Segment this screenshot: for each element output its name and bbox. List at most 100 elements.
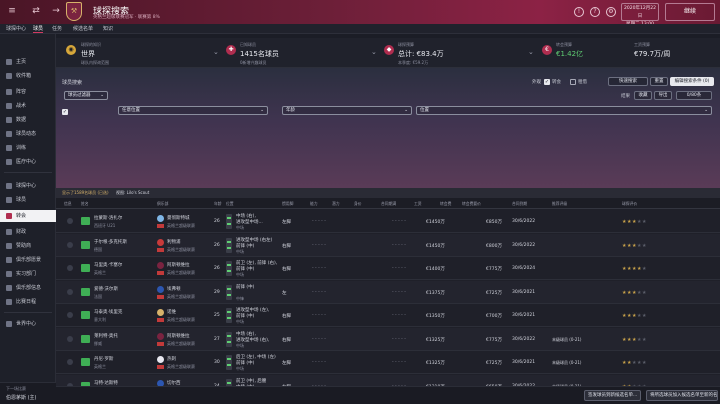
player-name[interactable]: 马泰奥·埃里克 (94, 309, 122, 315)
table-row[interactable]: 马泰奥·埃里克 意大利 诺维 英格兰超级联赛 25 进攻型中场 (左), 前锋 (中) 中场右… (56, 304, 720, 327)
asking-price: €1325万 (426, 337, 445, 343)
player-name[interactable]: 爱德·沃尔斯 (94, 286, 118, 292)
sidebar-item-world[interactable]: 世界中心 (0, 318, 56, 330)
next-match-panel[interactable]: 下一场比赛 伯恩茅斯 (主) (0, 382, 56, 404)
col-potential[interactable]: 潜力 (332, 201, 340, 207)
player-name[interactable]: 莱利特·奥托 (94, 333, 118, 339)
notification-icon[interactable]: ! (574, 7, 584, 17)
club-name[interactable]: 阿斯顿维拉 (167, 333, 190, 339)
player-name[interactable]: 丹尼·罗斯 (94, 356, 113, 362)
divider (4, 312, 52, 313)
sidebar-item-squad[interactable]: 阵容 (0, 86, 56, 98)
subnav-shortlist[interactable]: 候选名单 (73, 25, 93, 32)
back-arrow-icon[interactable]: ⇄ (30, 5, 42, 17)
sidebar-item-fixtures[interactable]: 比赛日程 (0, 296, 56, 308)
col-value[interactable]: 身价 (354, 201, 362, 207)
chevron-down-icon[interactable]: ⌄ (213, 48, 219, 56)
club-name[interactable]: 埃弗顿 (167, 286, 181, 292)
quick-search-button[interactable]: 快速搜索 (608, 77, 648, 86)
player-name[interactable]: 马里奥·卡塞尔 (94, 262, 122, 268)
col-age[interactable]: 年龄 (214, 201, 222, 207)
table-row[interactable]: 爱德·沃尔斯 法国 埃弗顿 英格兰超级联赛 29 前锋 (中) 中锋 左 - - - - - - … (56, 280, 720, 304)
sidebar-item-sponsors[interactable]: 赞助商 (0, 240, 56, 252)
continue-button[interactable]: 继续 (665, 3, 715, 21)
table-row[interactable]: 马里奥·卡塞尔 英格兰 阿斯顿维拉 英格兰超级联赛 26 前卫 (左), 前锋 (右), 前… (56, 257, 720, 280)
sidebar-item-data[interactable]: 数据 (0, 114, 56, 126)
col-fee[interactable]: 转会费 (440, 201, 451, 207)
age-filter-select[interactable]: 年龄 ⌄ (282, 106, 412, 115)
help-icon[interactable]: ? (590, 7, 600, 17)
export-button[interactable]: 导出 (654, 91, 672, 100)
col-ability[interactable]: 能力 (310, 201, 318, 207)
club-name[interactable]: 曼彻斯特城 (167, 215, 190, 221)
subnav-knowledge[interactable]: 知识 (103, 25, 113, 32)
table-row[interactable]: 莱利特·奥托 挪威 阿斯顿维拉 英格兰超级联赛 27 中场 (右), 进攻型中场 (右), 中… (56, 327, 720, 351)
position-pitch-icon (226, 214, 232, 229)
subnav-scout-centre[interactable]: 球探中心 (6, 25, 26, 32)
settings-gear-icon[interactable]: ⚙ (606, 7, 616, 17)
table-row[interactable]: 丹尼·罗斯 英格兰 热刺 英格兰超级联赛 30 后卫 (左), 中场 (左) 前锋 (中) 中… (56, 351, 720, 374)
recommendation: 末级球员 (0-21) (552, 336, 582, 342)
role-filter-select[interactable]: 位置 ⌄ (416, 106, 712, 115)
chevron-down-icon[interactable]: ⌄ (528, 48, 534, 56)
club-name[interactable]: 热刺 (167, 356, 176, 362)
page-count-button[interactable]: 0/80条 (676, 91, 712, 100)
add-to-shortlist-button[interactable]: 签发球员到新候选名单... (584, 390, 642, 401)
player-name[interactable]: 拉蒙斯·洛扎尔 (94, 215, 122, 221)
col-foot[interactable]: 惯用脚 (282, 201, 293, 207)
sidebar-item-finances[interactable]: 财政 (0, 226, 56, 238)
chevron-down-icon[interactable]: ⌄ (371, 48, 377, 56)
col-asking[interactable]: 转会费要价 (462, 201, 481, 207)
sidebar-item-tactics[interactable]: 战术 (0, 100, 56, 112)
col-club[interactable]: 俱乐部 (157, 201, 168, 207)
stat-wage-budget: 工资预算 €79.7万/周 (634, 42, 671, 58)
player-name[interactable]: 马特·达斯特 (94, 380, 118, 386)
sidebar-item-players[interactable]: 球员 (0, 194, 56, 206)
sidebar-item-medical[interactable]: 医疗中心 (0, 156, 56, 168)
col-scout-rating[interactable]: 球探评价 (622, 201, 637, 207)
col-contract[interactable]: 合同期满 (381, 201, 396, 207)
col-wage[interactable]: 工资 (414, 201, 422, 207)
favourite-button[interactable]: 收藏 (634, 91, 652, 100)
player-name[interactable]: 于尔根·多克托斯 (94, 239, 127, 245)
table-row[interactable]: 于尔根·多克托斯 德国 利物浦 英格兰超级联赛 26 进攻型中场 (右左) 前锋 (中) 中场… (56, 233, 720, 257)
sidebar-item-transfers[interactable]: 转会 (0, 210, 56, 222)
subnav-tasks[interactable]: 任务 (52, 25, 62, 32)
sidebar-item-home[interactable]: 主页 (0, 56, 56, 68)
sidebar-item-training[interactable]: 训练 (0, 142, 56, 154)
col-info[interactable]: 信息 (64, 201, 72, 207)
menu-icon[interactable]: ≡ (6, 5, 18, 17)
contract-expiry: 30/6/2024 (512, 266, 536, 271)
sidebar-item-vision[interactable]: 俱乐部愿景 (0, 254, 56, 266)
position-filter-select[interactable]: 任意位置 ⌄ (118, 106, 268, 115)
player-filter-select[interactable]: 球员过滤器 ⌄ (64, 91, 108, 100)
sidebar-item-departments[interactable]: 实习部门 (0, 268, 56, 280)
chevron-down-icon: ⌄ (100, 93, 104, 98)
sidebar-item-club-info[interactable]: 俱乐部信息 (0, 282, 56, 294)
add-selected-to-new-list-button[interactable]: 将所选球员加入候选名单至新的名单... (646, 390, 718, 401)
club-league: 英格兰超级联赛 (167, 270, 195, 275)
col-recommendation[interactable]: 推荐评级 (552, 201, 567, 207)
sidebar-item-inbox[interactable]: 收件箱 (0, 70, 56, 82)
edit-search-button[interactable]: 编辑搜索条件 (0) (670, 77, 714, 86)
squad-icon (6, 88, 12, 95)
loan-checkbox[interactable] (570, 79, 576, 85)
view-selector[interactable]: 视图: Lilo's Scout (116, 190, 149, 196)
club-name[interactable]: 利物浦 (167, 239, 181, 245)
reset-button[interactable]: 重置 (650, 77, 668, 86)
col-expiry[interactable]: 合同到期 (512, 201, 527, 207)
sidebar-item-scouting[interactable]: 球探中心 (0, 180, 56, 192)
col-position[interactable]: 位置 (226, 201, 234, 207)
transfer-checkbox[interactable]: ✓ (544, 79, 550, 85)
position-pitch-icon (226, 284, 232, 300)
subnav-players[interactable]: 球员 (33, 25, 44, 33)
sidebar-item-dynamics[interactable]: 球员动态 (0, 128, 56, 140)
select-all-checkbox[interactable]: ✓ (62, 109, 68, 115)
col-name[interactable]: 姓名 (81, 201, 89, 207)
flag-icon (157, 271, 164, 275)
table-row[interactable]: 拉蒙斯·洛扎尔 西班牙 U21 曼彻斯特城 英格兰超级联赛 26 中场 (右), 进攻型中场… (56, 210, 720, 233)
forward-arrow-icon[interactable]: → (50, 5, 62, 17)
club-name[interactable]: 阿斯顿维拉 (167, 262, 190, 268)
club-name[interactable]: 切尔西 (167, 380, 181, 386)
club-name[interactable]: 诺维 (167, 309, 176, 315)
